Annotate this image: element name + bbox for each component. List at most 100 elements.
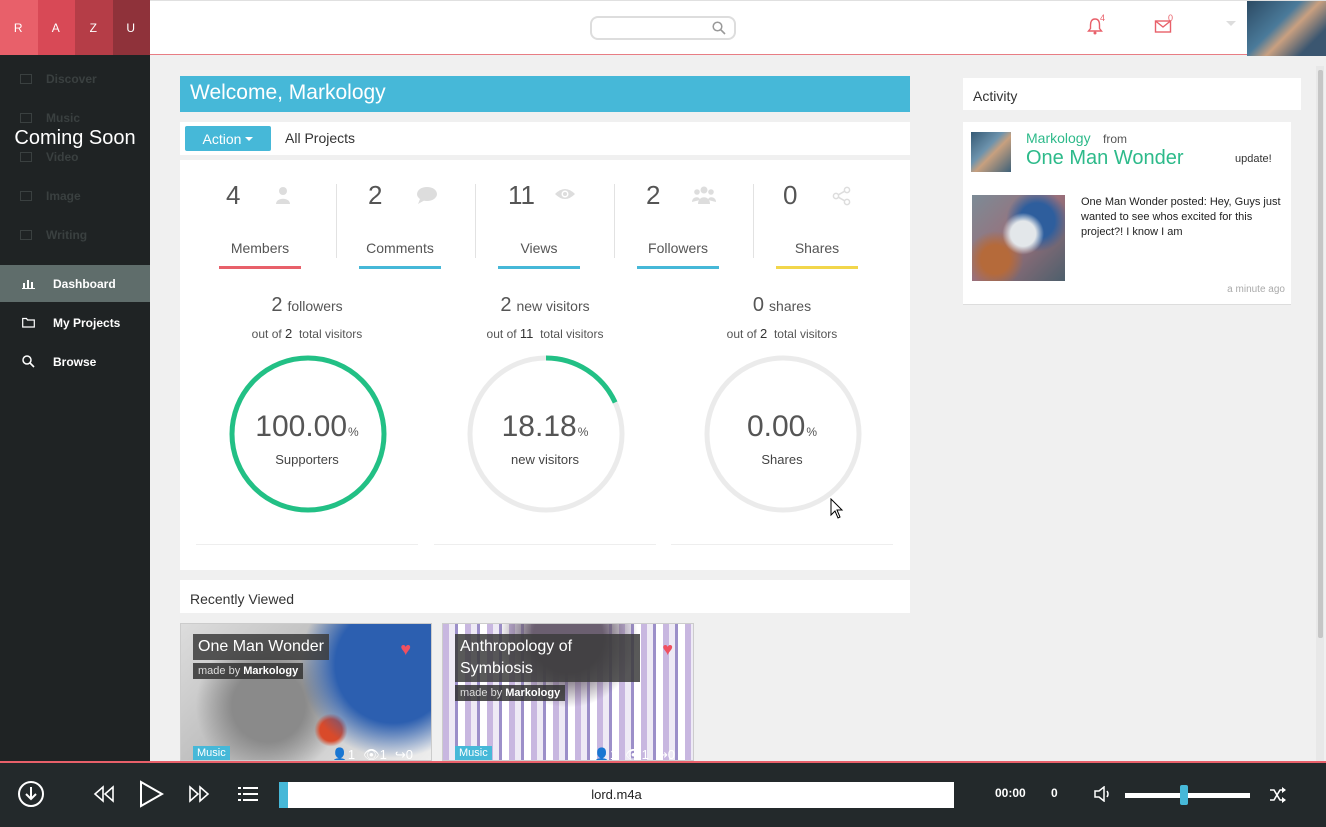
activity-timestamp: a minute ago (1227, 284, 1285, 295)
shares-ring-card: 0 shares out of 2 total visitors 0.00% Sh… (671, 290, 893, 545)
download-icon (18, 781, 44, 807)
activity-heading: Activity (963, 78, 1301, 110)
ring-subheading: out of 11 total visitors (486, 326, 604, 341)
heart-icon[interactable]: ♥ (662, 639, 673, 660)
ring-percent: 0.00% (746, 410, 818, 443)
top-bar: 4 0 (150, 0, 1326, 56)
activity-project-link[interactable]: One Man Wonder (1026, 147, 1184, 170)
fast-forward-button[interactable] (188, 785, 210, 808)
ring-subheading: out of 2 total visitors (251, 326, 363, 341)
volume-slider-handle[interactable] (1179, 785, 1188, 805)
user-avatar[interactable] (1247, 1, 1326, 56)
notification-count: 4 (1100, 13, 1106, 23)
image-icon (20, 191, 32, 201)
shuffle-icon (1270, 787, 1286, 803)
project-stats: 👤1 👁1 ↪0 (332, 747, 413, 761)
activity-image[interactable] (972, 195, 1065, 281)
members-count: 👤1 (593, 747, 618, 761)
stat-underline (637, 266, 719, 269)
heart-icon[interactable]: ♥ (400, 639, 411, 660)
activity-action-label: update! (1235, 153, 1272, 165)
avatar[interactable] (971, 132, 1011, 172)
category-tag[interactable]: Music (193, 746, 230, 760)
action-dropdown-button[interactable]: Action (185, 126, 271, 151)
stat-value: 4 (226, 180, 241, 210)
project-card[interactable]: One Man Wonder made by Markology ♥ Music … (180, 623, 432, 761)
stat-underline (359, 266, 441, 269)
project-title[interactable]: One Man Wonder (193, 634, 329, 660)
stat-value: 11 (508, 180, 535, 210)
project-stats: 👤1 👁1 ↪0 (593, 747, 675, 761)
logo-letter: A (37, 0, 75, 55)
divider (475, 184, 476, 258)
sidebar-item-image: Image (20, 186, 81, 206)
caret-down-icon (245, 136, 254, 141)
compass-icon (20, 74, 32, 84)
brand-logo[interactable]: R A Z U (0, 0, 150, 55)
playlist-button[interactable] (238, 786, 258, 807)
views-count: 👁1 (625, 747, 649, 761)
action-bar: Action All Projects (180, 122, 910, 155)
activity-user-link[interactable]: Markology (1026, 130, 1091, 146)
play-count: 0 (1051, 786, 1058, 800)
search-icon[interactable] (712, 21, 726, 40)
all-projects-link[interactable]: All Projects (285, 130, 355, 146)
play-button[interactable] (138, 780, 165, 813)
user-icon (275, 186, 291, 209)
mouse-cursor-icon (830, 498, 844, 519)
video-icon (20, 152, 32, 162)
mail-count: 0 (1168, 13, 1174, 23)
notification-bell-button[interactable]: 4 (1086, 13, 1105, 40)
messages-button[interactable]: 0 (1154, 13, 1173, 40)
share-icon (832, 186, 852, 211)
activity-from-label: from (1103, 132, 1127, 146)
play-icon (140, 780, 165, 808)
volume-icon (1094, 785, 1109, 803)
scrollbar-thumb[interactable] (1318, 70, 1323, 638)
download-button[interactable] (17, 780, 45, 813)
stat-underline (498, 266, 580, 269)
sidebar-item-browse[interactable]: Browse (0, 343, 150, 380)
ring-heading: 0 shares (752, 294, 812, 316)
eye-icon (554, 186, 576, 207)
users-icon (692, 186, 716, 209)
page-title: Welcome, Markology (180, 76, 910, 112)
stat-label: Comments (366, 240, 434, 256)
stat-value: 0 (783, 180, 798, 210)
stat-label: Views (520, 240, 558, 256)
ring-subheading: out of 2 total visitors (726, 326, 838, 341)
chevron-down-icon[interactable] (1226, 21, 1236, 26)
audio-player: lord.m4a 00:00 0 (0, 761, 1326, 827)
rewind-button[interactable] (93, 785, 115, 808)
ring-label: new visitors (511, 452, 579, 467)
project-title[interactable]: Anthropology of Symbiosis (455, 634, 640, 682)
ring-heading: 2 new visitors (500, 294, 590, 316)
sidebar-item-label: My Projects (53, 315, 121, 330)
list-icon (238, 787, 258, 801)
activity-feed-item: Markology from One Man Wonder update! On… (963, 122, 1291, 305)
stat-label: Shares (794, 240, 840, 256)
shares-count: ↪0 (394, 747, 413, 761)
stat-underline (219, 266, 301, 269)
search-input[interactable] (590, 16, 736, 40)
track-progress-bar[interactable]: lord.m4a (279, 782, 954, 808)
stats-panel: 4 Members 2 Comments 11 Views 2 Follower… (180, 160, 910, 570)
category-tag[interactable]: Music (455, 746, 492, 760)
sidebar-item-label: Browse (53, 354, 97, 369)
mute-button[interactable] (1094, 785, 1112, 807)
stat-label: Members (230, 240, 290, 256)
sidebar-item-my-projects[interactable]: My Projects (0, 304, 150, 341)
logo-letter: R (0, 0, 38, 55)
project-card[interactable]: Anthropology of Symbiosis made by Markolo… (442, 623, 694, 761)
ring-percent: 18.18% (501, 410, 589, 443)
playback-time: 00:00 (995, 786, 1026, 800)
sidebar-item-dashboard[interactable]: Dashboard (0, 265, 150, 302)
shuffle-button[interactable] (1269, 787, 1287, 808)
stat-label: Followers (648, 240, 708, 256)
coming-soon-label: Coming Soon (14, 127, 136, 149)
activity-text: One Man Wonder posted: Hey, Guys just wa… (1081, 196, 1281, 238)
ring-heading: 2 followers (271, 294, 343, 316)
divider (336, 184, 337, 258)
views-count: 👁1 (363, 747, 387, 761)
divider (614, 184, 615, 258)
